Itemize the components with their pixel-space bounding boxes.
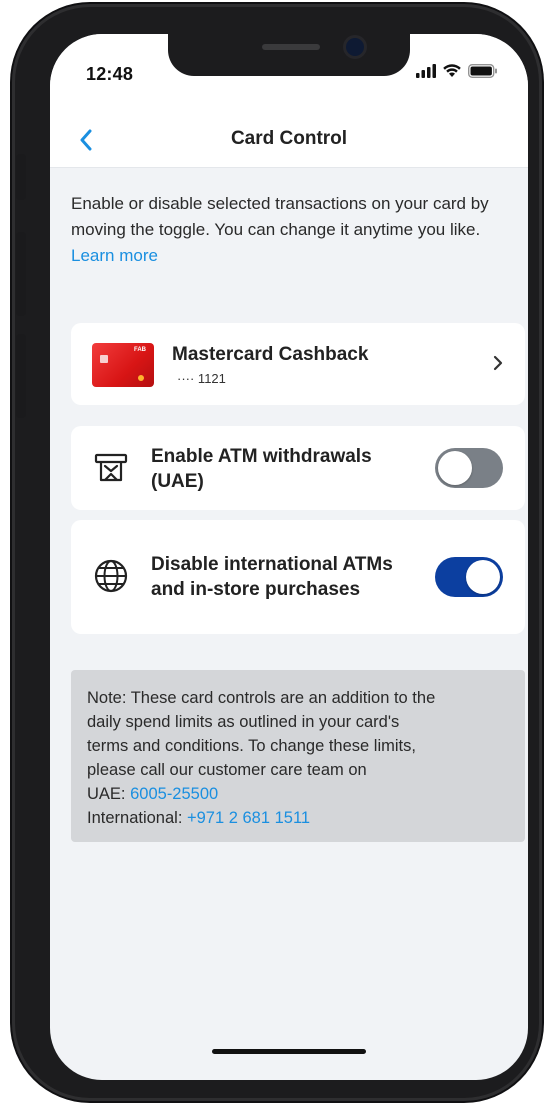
volume-up-button (16, 232, 26, 316)
toggle-knob (438, 451, 472, 485)
control-international: Disable international ATMs and in-store … (71, 520, 525, 634)
note-line: daily spend limits as outlined in your c… (87, 713, 400, 731)
front-camera (346, 38, 364, 56)
screen: 12:48 Card Control Enable or disable sel… (50, 34, 528, 1080)
note-box: Note: These card controls are an additio… (71, 670, 525, 842)
card-selector[interactable]: FAB Mastercard Cashback ···· 1121 (71, 323, 525, 405)
note-line: please call our customer care team on (87, 761, 367, 779)
card-chip (100, 355, 108, 363)
atm-icon (94, 453, 128, 482)
atm-uae-toggle[interactable] (435, 448, 503, 488)
toggle-knob (466, 560, 500, 594)
card-number: ···· 1121 (177, 371, 226, 386)
uae-phone-link[interactable]: 6005-25500 (130, 785, 218, 803)
signal-icon (416, 64, 436, 78)
note-line: terms and conditions. To change these li… (87, 737, 416, 755)
card-brand-logo: FAB (134, 347, 146, 353)
globe-icon (94, 559, 128, 593)
intro-section: Enable or disable selected transactions … (71, 191, 511, 269)
nav-bar: Card Control (50, 114, 528, 168)
mute-switch (16, 154, 26, 200)
wifi-icon (443, 64, 461, 77)
speaker (262, 44, 320, 50)
international-label: International: (87, 809, 187, 827)
international-toggle[interactable] (435, 557, 503, 597)
note-uae-line: UAE: 6005-25500 (87, 782, 509, 806)
phone-frame: 12:48 Card Control Enable or disable sel… (12, 4, 542, 1101)
notch (168, 34, 410, 76)
uae-label: UAE: (87, 785, 131, 803)
note-line: Note: These card controls are an additio… (87, 689, 436, 707)
chevron-right-icon (493, 355, 503, 371)
home-indicator[interactable] (212, 1049, 366, 1054)
control-atm-uae: Enable ATM withdrawals (UAE) (71, 426, 525, 510)
intro-text: Enable or disable selected transactions … (71, 194, 489, 239)
volume-down-button (16, 334, 26, 418)
note-intl-line: International: +971 2 681 1511 (87, 806, 509, 830)
page-title: Card Control (230, 128, 348, 149)
card-thumbnail: FAB (92, 343, 154, 387)
mastercard-logo (138, 375, 144, 381)
control-label: Disable international ATMs and in-store … (151, 554, 393, 600)
status-time: 12:48 (86, 64, 134, 84)
status-icons (416, 64, 498, 78)
card-name: Mastercard Cashback (172, 344, 369, 365)
international-phone-link[interactable]: +971 2 681 1511 (187, 809, 310, 827)
learn-more-link[interactable]: Learn more (71, 243, 511, 269)
battery-icon (468, 64, 497, 78)
control-label: Enable ATM withdrawals (UAE) (151, 446, 372, 492)
